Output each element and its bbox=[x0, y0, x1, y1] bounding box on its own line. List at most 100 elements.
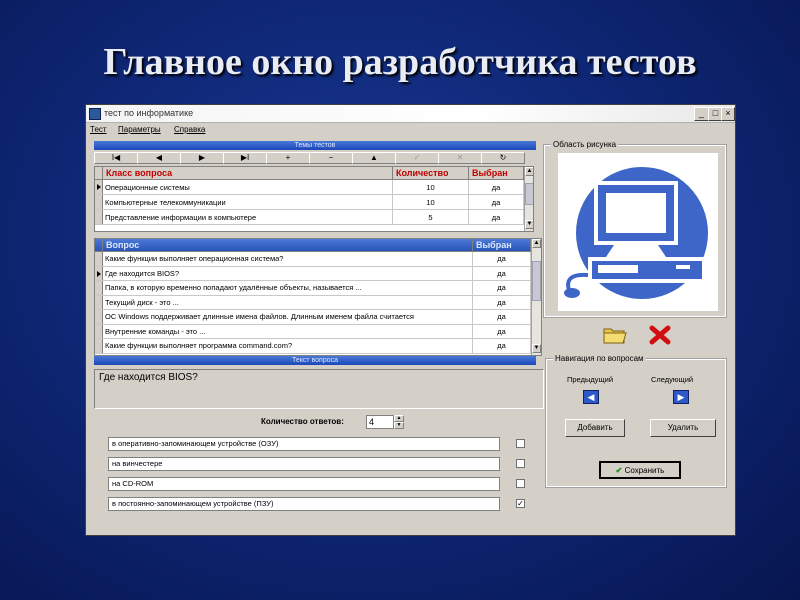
prior-record-button[interactable]: ◀ bbox=[137, 152, 181, 164]
answers-count-value[interactable]: 4 bbox=[366, 415, 394, 429]
count-cell: 10 bbox=[393, 195, 469, 210]
row-indicator bbox=[95, 295, 103, 309]
delete-button[interactable]: Удалить bbox=[650, 419, 716, 437]
window-title: тест по информатике bbox=[104, 108, 194, 118]
selected-cell: да bbox=[473, 281, 531, 296]
table-row[interactable]: ОС Windows поддерживает длинные имена фа… bbox=[95, 310, 531, 325]
red-x-icon[interactable] bbox=[649, 324, 671, 346]
grid-corner bbox=[95, 167, 103, 180]
row-indicator bbox=[95, 266, 103, 280]
scroll-up-icon[interactable]: ▲ bbox=[532, 239, 541, 248]
slide-title: Главное окно разработчика тестов bbox=[103, 41, 697, 83]
row-indicator bbox=[95, 281, 103, 295]
col-header-class[interactable]: Класс вопроса bbox=[103, 167, 393, 180]
table-row[interactable]: Какие функции выполняет программа comman… bbox=[95, 339, 531, 354]
row-indicator bbox=[95, 252, 103, 266]
selected-cell: да bbox=[473, 295, 531, 310]
table-row[interactable]: Текущий диск - это ... да bbox=[95, 295, 531, 310]
app-icon bbox=[89, 108, 101, 120]
picture-area-caption: Область рисунка bbox=[551, 140, 619, 149]
question-cell: Внутренние команды - это ... bbox=[103, 324, 473, 339]
folder-icon[interactable] bbox=[603, 325, 627, 345]
next-label: Следующий bbox=[651, 375, 694, 384]
last-record-button[interactable]: ▶I bbox=[223, 152, 267, 164]
post-record-button[interactable]: ✓ bbox=[395, 152, 439, 164]
answer-checkbox[interactable]: ✓ bbox=[516, 499, 525, 508]
question-cell: Текущий диск - это ... bbox=[103, 295, 473, 310]
selected-cell: да bbox=[473, 339, 531, 354]
table-row[interactable]: Где находится BIOS? да bbox=[95, 266, 531, 281]
close-button[interactable]: × bbox=[721, 107, 735, 121]
cancel-record-icon: ✕ bbox=[456, 153, 464, 162]
selected-cell: да bbox=[469, 180, 524, 195]
cancel-record-button[interactable]: ✕ bbox=[438, 152, 482, 164]
answer-checkbox[interactable] bbox=[516, 479, 525, 488]
classes-scrollbar[interactable]: ▲ ▼ bbox=[524, 167, 533, 231]
col-header-question[interactable]: Вопрос bbox=[103, 239, 473, 252]
prev-question-button[interactable]: ◀ bbox=[583, 390, 599, 404]
question-cell: Папка, в которую временно попадают удалё… bbox=[103, 281, 473, 296]
minimize-button[interactable]: _ bbox=[694, 107, 709, 121]
menu-bar: Тест Параметры Справка bbox=[86, 123, 735, 137]
computer-icon bbox=[564, 167, 708, 299]
scroll-down-icon[interactable]: ▼ bbox=[532, 344, 541, 353]
edit-record-button[interactable]: ▲ bbox=[352, 152, 396, 164]
save-button[interactable]: ✔ Сохранить bbox=[599, 461, 681, 479]
add-button[interactable]: Добавить bbox=[565, 419, 625, 437]
row-indicator bbox=[95, 310, 103, 324]
selected-cell: да bbox=[473, 324, 531, 339]
first-record-icon: I◀ bbox=[111, 153, 121, 162]
table-row[interactable]: Внутренние команды - это ... да bbox=[95, 324, 531, 339]
next-record-button[interactable]: ▶ bbox=[180, 152, 224, 164]
questions-scrollbar[interactable]: ▲ ▼ bbox=[531, 239, 541, 355]
row-indicator bbox=[95, 210, 103, 224]
first-record-button[interactable]: I◀ bbox=[94, 152, 138, 164]
answer-field[interactable]: на винчестере bbox=[108, 457, 500, 471]
col-header-count[interactable]: Количество bbox=[393, 167, 469, 180]
menu-test[interactable]: Тест bbox=[90, 125, 107, 134]
answer-field[interactable]: в оперативно-запоминающем устройстве (ОЗ… bbox=[108, 437, 500, 451]
table-row[interactable]: Папка, в которую временно попадают удалё… bbox=[95, 281, 531, 296]
refresh-button[interactable]: ↻ bbox=[481, 152, 525, 164]
question-cell: ОС Windows поддерживает длинные имена фа… bbox=[103, 310, 473, 325]
answer-field[interactable]: в постоянно-запоминающем устройстве (ПЗУ… bbox=[108, 497, 500, 511]
answers-count-spinner[interactable]: 4 ▲ ▼ bbox=[366, 415, 406, 429]
insert-record-button[interactable]: + bbox=[266, 152, 310, 164]
table-row[interactable]: Какие функции выполняет операционная сис… bbox=[95, 252, 531, 267]
count-cell: 5 bbox=[393, 210, 469, 225]
questions-grid[interactable]: Вопрос Выбран Какие функции выполняет оп… bbox=[94, 238, 542, 356]
next-question-button[interactable]: ▶ bbox=[673, 390, 689, 404]
scroll-thumb[interactable] bbox=[525, 183, 533, 205]
menu-parameters[interactable]: Параметры bbox=[118, 125, 161, 134]
menu-help[interactable]: Справка bbox=[174, 125, 205, 134]
col-header-question-selected[interactable]: Выбран bbox=[473, 239, 531, 252]
delete-record-button[interactable]: − bbox=[309, 152, 353, 164]
selected-cell: да bbox=[473, 310, 531, 325]
question-cell: Какие функции выполняет операционная сис… bbox=[103, 252, 473, 267]
delete-record-icon: − bbox=[328, 153, 334, 162]
question-cell: Какие функции выполняет программа comman… bbox=[103, 339, 473, 354]
scroll-down-icon[interactable]: ▼ bbox=[525, 220, 533, 229]
table-row[interactable]: Компьютерные телекоммуникации 10 да bbox=[95, 195, 524, 210]
question-text-memo[interactable]: Где находится BIOS? bbox=[94, 369, 544, 409]
col-header-selected[interactable]: Выбран bbox=[469, 167, 524, 180]
spin-up-icon[interactable]: ▲ bbox=[394, 415, 404, 422]
picture-box bbox=[558, 153, 718, 311]
answer-checkbox[interactable] bbox=[516, 439, 525, 448]
scroll-thumb[interactable] bbox=[532, 261, 541, 301]
answer-checkbox[interactable] bbox=[516, 459, 525, 468]
answer-field[interactable]: на CD-ROM bbox=[108, 477, 500, 491]
classes-grid[interactable]: Класс вопроса Количество Выбран Операцио… bbox=[94, 166, 534, 232]
count-cell: 10 bbox=[393, 180, 469, 195]
scroll-up-icon[interactable]: ▲ bbox=[525, 167, 533, 176]
table-row[interactable]: Представление информации в компьютере 5 да bbox=[95, 210, 524, 225]
row-indicator bbox=[95, 339, 103, 353]
class-name-cell: Компьютерные телекоммуникации bbox=[103, 195, 393, 210]
row-indicator bbox=[95, 195, 103, 209]
save-label: Сохранить bbox=[624, 466, 665, 475]
spin-down-icon[interactable]: ▼ bbox=[394, 422, 404, 429]
class-name-cell: Представление информации в компьютере bbox=[103, 210, 393, 225]
table-row[interactable]: Операционные системы 10 да bbox=[95, 180, 524, 195]
save-check-icon: ✔ bbox=[615, 466, 623, 475]
themes-header: Темы тестов bbox=[94, 141, 536, 150]
